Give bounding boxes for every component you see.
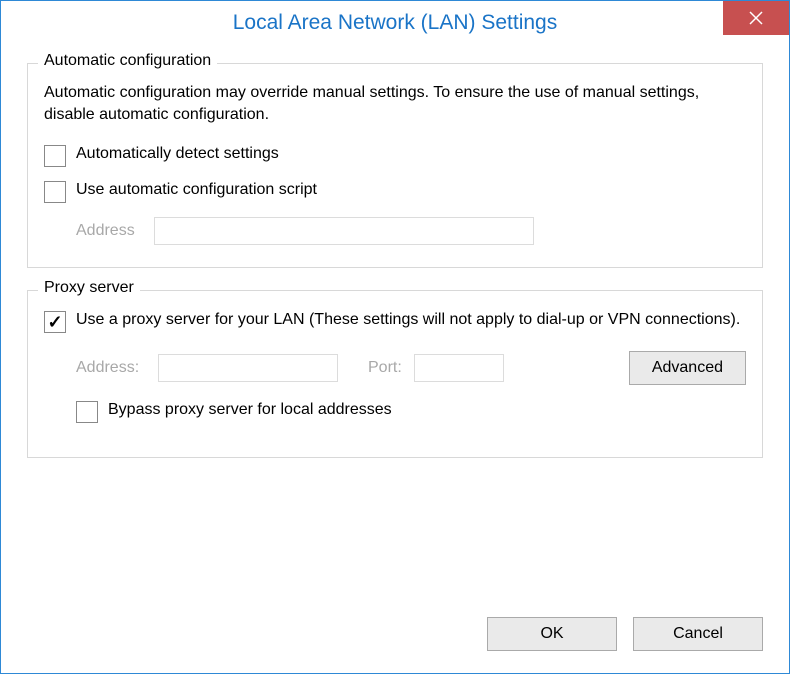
- auto-detect-row: Automatically detect settings: [44, 143, 746, 167]
- proxy-port-label: Port:: [368, 359, 402, 377]
- use-proxy-label: Use a proxy server for your LAN (These s…: [76, 309, 740, 331]
- proxy-address-label: Address:: [76, 359, 146, 377]
- close-button[interactable]: [723, 1, 789, 35]
- dialog-button-row: OK Cancel: [27, 607, 763, 651]
- auto-address-row: Address: [76, 217, 746, 245]
- use-proxy-row: Use a proxy server for your LAN (These s…: [44, 309, 746, 333]
- auto-address-label: Address: [76, 222, 146, 240]
- auto-script-label: Use automatic configuration script: [76, 179, 317, 201]
- dialog-content: Automatic configuration Automatic config…: [1, 45, 789, 673]
- window-title: Local Area Network (LAN) Settings: [233, 11, 557, 35]
- proxy-address-input[interactable]: [158, 354, 338, 382]
- auto-config-description: Automatic configuration may override man…: [44, 82, 746, 127]
- titlebar: Local Area Network (LAN) Settings: [1, 1, 789, 45]
- ok-button[interactable]: OK: [487, 617, 617, 651]
- lan-settings-dialog: Local Area Network (LAN) Settings Automa…: [0, 0, 790, 674]
- close-icon: [749, 11, 763, 25]
- advanced-button[interactable]: Advanced: [629, 351, 746, 385]
- cancel-button[interactable]: Cancel: [633, 617, 763, 651]
- auto-address-input[interactable]: [154, 217, 534, 245]
- proxy-port-input[interactable]: [414, 354, 504, 382]
- automatic-configuration-group: Automatic configuration Automatic config…: [27, 63, 763, 268]
- auto-detect-label: Automatically detect settings: [76, 143, 279, 165]
- proxy-fields-row: Address: Port: Advanced: [76, 351, 746, 385]
- auto-detect-checkbox[interactable]: [44, 145, 66, 167]
- bypass-checkbox[interactable]: [76, 401, 98, 423]
- auto-script-checkbox[interactable]: [44, 181, 66, 203]
- group-legend: Proxy server: [38, 279, 140, 297]
- auto-script-row: Use automatic configuration script: [44, 179, 746, 203]
- group-legend: Automatic configuration: [38, 52, 217, 70]
- proxy-server-group: Proxy server Use a proxy server for your…: [27, 290, 763, 458]
- bypass-row: Bypass proxy server for local addresses: [76, 399, 746, 423]
- bypass-label: Bypass proxy server for local addresses: [108, 399, 392, 421]
- use-proxy-checkbox[interactable]: [44, 311, 66, 333]
